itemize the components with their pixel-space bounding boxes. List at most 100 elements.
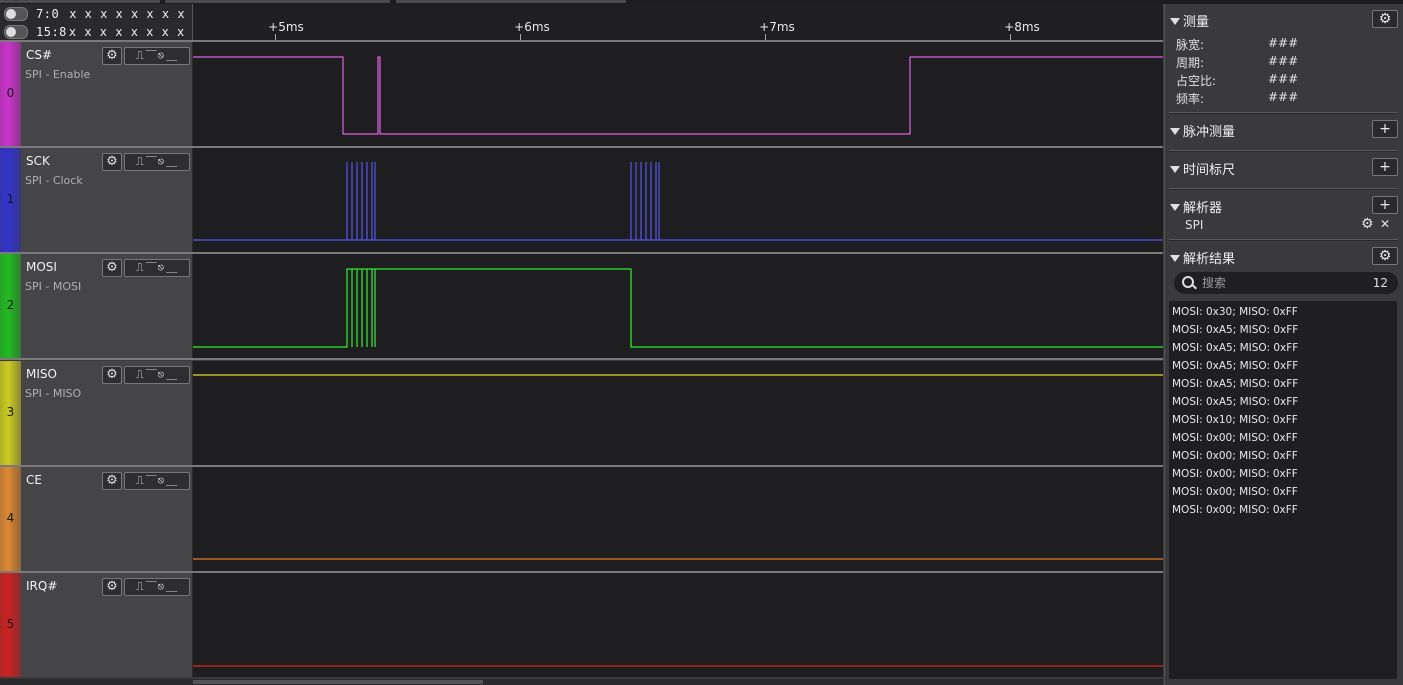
bit-row-toggle[interactable] xyxy=(4,24,28,39)
channel-name[interactable]: CE xyxy=(26,473,42,487)
channel-index: 5 xyxy=(6,617,15,631)
channel-name[interactable]: IRQ# xyxy=(26,579,57,593)
channel-trigger-buttons[interactable]: ⎍⎺⎋⎽ xyxy=(124,153,190,171)
channel-row-sck: 1 SCK SPI - Clock ⚙ ⎍⎺⎋⎽ xyxy=(0,148,1163,252)
analyzer-title: 解析器 xyxy=(1170,197,1222,216)
measure-value: ### xyxy=(1268,54,1299,68)
channel-subtitle: SPI - Enable xyxy=(25,68,91,81)
channel-settings-button[interactable]: ⚙ xyxy=(102,366,122,384)
result-count: 12 xyxy=(1372,276,1388,290)
result-item[interactable]: MOSI: 0x30; MISO: 0xFF xyxy=(1172,306,1298,318)
results-settings-button[interactable]: ⚙ xyxy=(1372,247,1398,265)
waveform-sck[interactable] xyxy=(193,148,1163,252)
waveform-mosi[interactable] xyxy=(193,254,1163,358)
measure-label: 脉宽: xyxy=(1176,38,1205,52)
gear-icon[interactable]: ⚙ xyxy=(1361,216,1374,232)
channel-index: 3 xyxy=(6,405,15,419)
measure-settings-button[interactable]: ⚙ xyxy=(1372,10,1398,28)
waveform-miso[interactable] xyxy=(193,361,1163,465)
add-pulse-button[interactable]: + xyxy=(1372,120,1398,138)
ruler-label: +5ms xyxy=(268,20,304,34)
channel-index: 0 xyxy=(6,86,15,100)
channel-row-ce: 4 CE ⚙ ⎍⎺⎋⎽ xyxy=(0,467,1163,571)
measure-value: ### xyxy=(1268,36,1299,50)
bit-status-header: 7:0 x x x x x x x x 15:8 x x x x x x x x xyxy=(0,4,193,40)
cs-trace xyxy=(193,56,1163,135)
measure-label: 频率: xyxy=(1176,92,1205,106)
scrollbar-thumb[interactable] xyxy=(193,680,483,684)
measure-section-header[interactable]: 测量 ⚙ xyxy=(1170,10,1398,30)
channel-row-mosi: 2 MOSI SPI - MOSI ⚙ ⎍⎺⎋⎽ xyxy=(0,254,1163,358)
channel-separator xyxy=(0,358,1163,360)
channel-label-panel: CS# SPI - Enable ⚙ ⎍⎺⎋⎽ xyxy=(21,42,193,146)
add-timing-button[interactable]: + xyxy=(1372,158,1398,176)
results-title: 解析结果 xyxy=(1170,248,1235,267)
analyzer-section-header[interactable]: 解析器 + xyxy=(1170,196,1398,216)
bit-row-label: 15:8 xyxy=(36,24,67,39)
result-item[interactable]: MOSI: 0x00; MISO: 0xFF xyxy=(1172,486,1298,498)
measure-value: ### xyxy=(1268,90,1299,104)
collapse-triangle-icon xyxy=(1170,18,1180,25)
measure-label: 占空比: xyxy=(1176,74,1217,88)
channel-settings-button[interactable]: ⚙ xyxy=(102,472,122,490)
analyzer-item-spi[interactable]: SPI xyxy=(1185,218,1203,232)
time-ruler[interactable]: +5ms +6ms +7ms +8ms xyxy=(193,4,1163,41)
result-item[interactable]: MOSI: 0x00; MISO: 0xFF xyxy=(1172,504,1298,516)
mosi-burst xyxy=(351,269,376,347)
bit-row-toggle[interactable] xyxy=(4,6,28,21)
pulse-section-header[interactable]: 脉冲测量 + xyxy=(1170,120,1398,140)
ruler-label: +7ms xyxy=(759,20,795,34)
bit-row-values: x x x x x x x x xyxy=(69,6,186,21)
measure-title: 测量 xyxy=(1170,11,1209,30)
search-input[interactable] xyxy=(1202,274,1352,292)
results-search[interactable]: 12 xyxy=(1174,272,1398,294)
result-item[interactable]: MOSI: 0xA5; MISO: 0xFF xyxy=(1172,342,1298,354)
channel-settings-button[interactable]: ⚙ xyxy=(102,578,122,596)
result-item[interactable]: MOSI: 0xA5; MISO: 0xFF xyxy=(1172,324,1298,336)
waveform-cs[interactable] xyxy=(193,42,1163,146)
channel-label-panel: CE ⚙ ⎍⎺⎋⎽ xyxy=(21,467,193,571)
result-item[interactable]: MOSI: 0x10; MISO: 0xFF xyxy=(1172,414,1298,426)
timing-section-header[interactable]: 时间标尺 + xyxy=(1170,158,1398,178)
measure-value: ### xyxy=(1268,72,1299,86)
channel-row-cs: 0 CS# SPI - Enable ⚙ ⎍⎺⎋⎽ xyxy=(0,42,1163,146)
channel-index: 1 xyxy=(6,192,15,206)
collapse-triangle-icon xyxy=(1170,204,1180,211)
result-item[interactable]: MOSI: 0x00; MISO: 0xFF xyxy=(1172,432,1298,444)
sck-burst-1 xyxy=(346,162,376,240)
results-list[interactable]: MOSI: 0x30; MISO: 0xFF MOSI: 0xA5; MISO:… xyxy=(1169,301,1397,679)
results-section-header[interactable]: 解析结果 ⚙ xyxy=(1170,247,1398,267)
channel-trigger-buttons[interactable]: ⎍⎺⎋⎽ xyxy=(124,578,190,596)
channel-name[interactable]: MISO xyxy=(26,367,57,381)
result-item[interactable]: MOSI: 0xA5; MISO: 0xFF xyxy=(1172,396,1298,408)
horizontal-scrollbar[interactable] xyxy=(0,679,1163,685)
section-divider xyxy=(1169,112,1398,114)
channel-row-miso: 3 MISO SPI - MISO ⚙ ⎍⎺⎋⎽ xyxy=(0,361,1163,465)
section-divider xyxy=(1169,150,1398,152)
result-item[interactable]: MOSI: 0x00; MISO: 0xFF xyxy=(1172,468,1298,480)
channel-name[interactable]: MOSI xyxy=(26,260,57,274)
channel-index: 4 xyxy=(6,511,15,525)
channel-trigger-buttons[interactable]: ⎍⎺⎋⎽ xyxy=(124,47,190,65)
channel-settings-button[interactable]: ⚙ xyxy=(102,153,122,171)
bit-row-values: x x x x x x x x xyxy=(68,24,185,39)
channel-trigger-buttons[interactable]: ⎍⎺⎋⎽ xyxy=(124,366,190,384)
channel-name[interactable]: SCK xyxy=(26,154,50,168)
channel-settings-button[interactable]: ⚙ xyxy=(102,47,122,65)
channel-subtitle: SPI - Clock xyxy=(25,174,83,187)
waveform-ce[interactable] xyxy=(193,467,1163,571)
result-item[interactable]: MOSI: 0xA5; MISO: 0xFF xyxy=(1172,378,1298,390)
channel-trigger-buttons[interactable]: ⎍⎺⎋⎽ xyxy=(124,259,190,277)
channel-trigger-buttons[interactable]: ⎍⎺⎋⎽ xyxy=(124,472,190,490)
collapse-triangle-icon xyxy=(1170,166,1180,173)
waveform-irq[interactable] xyxy=(193,573,1163,677)
close-icon[interactable]: ✕ xyxy=(1380,217,1390,231)
channel-name[interactable]: CS# xyxy=(26,48,52,62)
result-item[interactable]: MOSI: 0x00; MISO: 0xFF xyxy=(1172,450,1298,462)
result-item[interactable]: MOSI: 0xA5; MISO: 0xFF xyxy=(1172,360,1298,372)
section-divider xyxy=(1169,188,1398,190)
channel-settings-button[interactable]: ⚙ xyxy=(102,259,122,277)
add-analyzer-button[interactable]: + xyxy=(1372,196,1398,214)
channel-label-panel: IRQ# ⚙ ⎍⎺⎋⎽ xyxy=(21,573,193,677)
channel-label-panel: MOSI SPI - MOSI ⚙ ⎍⎺⎋⎽ xyxy=(21,254,193,358)
